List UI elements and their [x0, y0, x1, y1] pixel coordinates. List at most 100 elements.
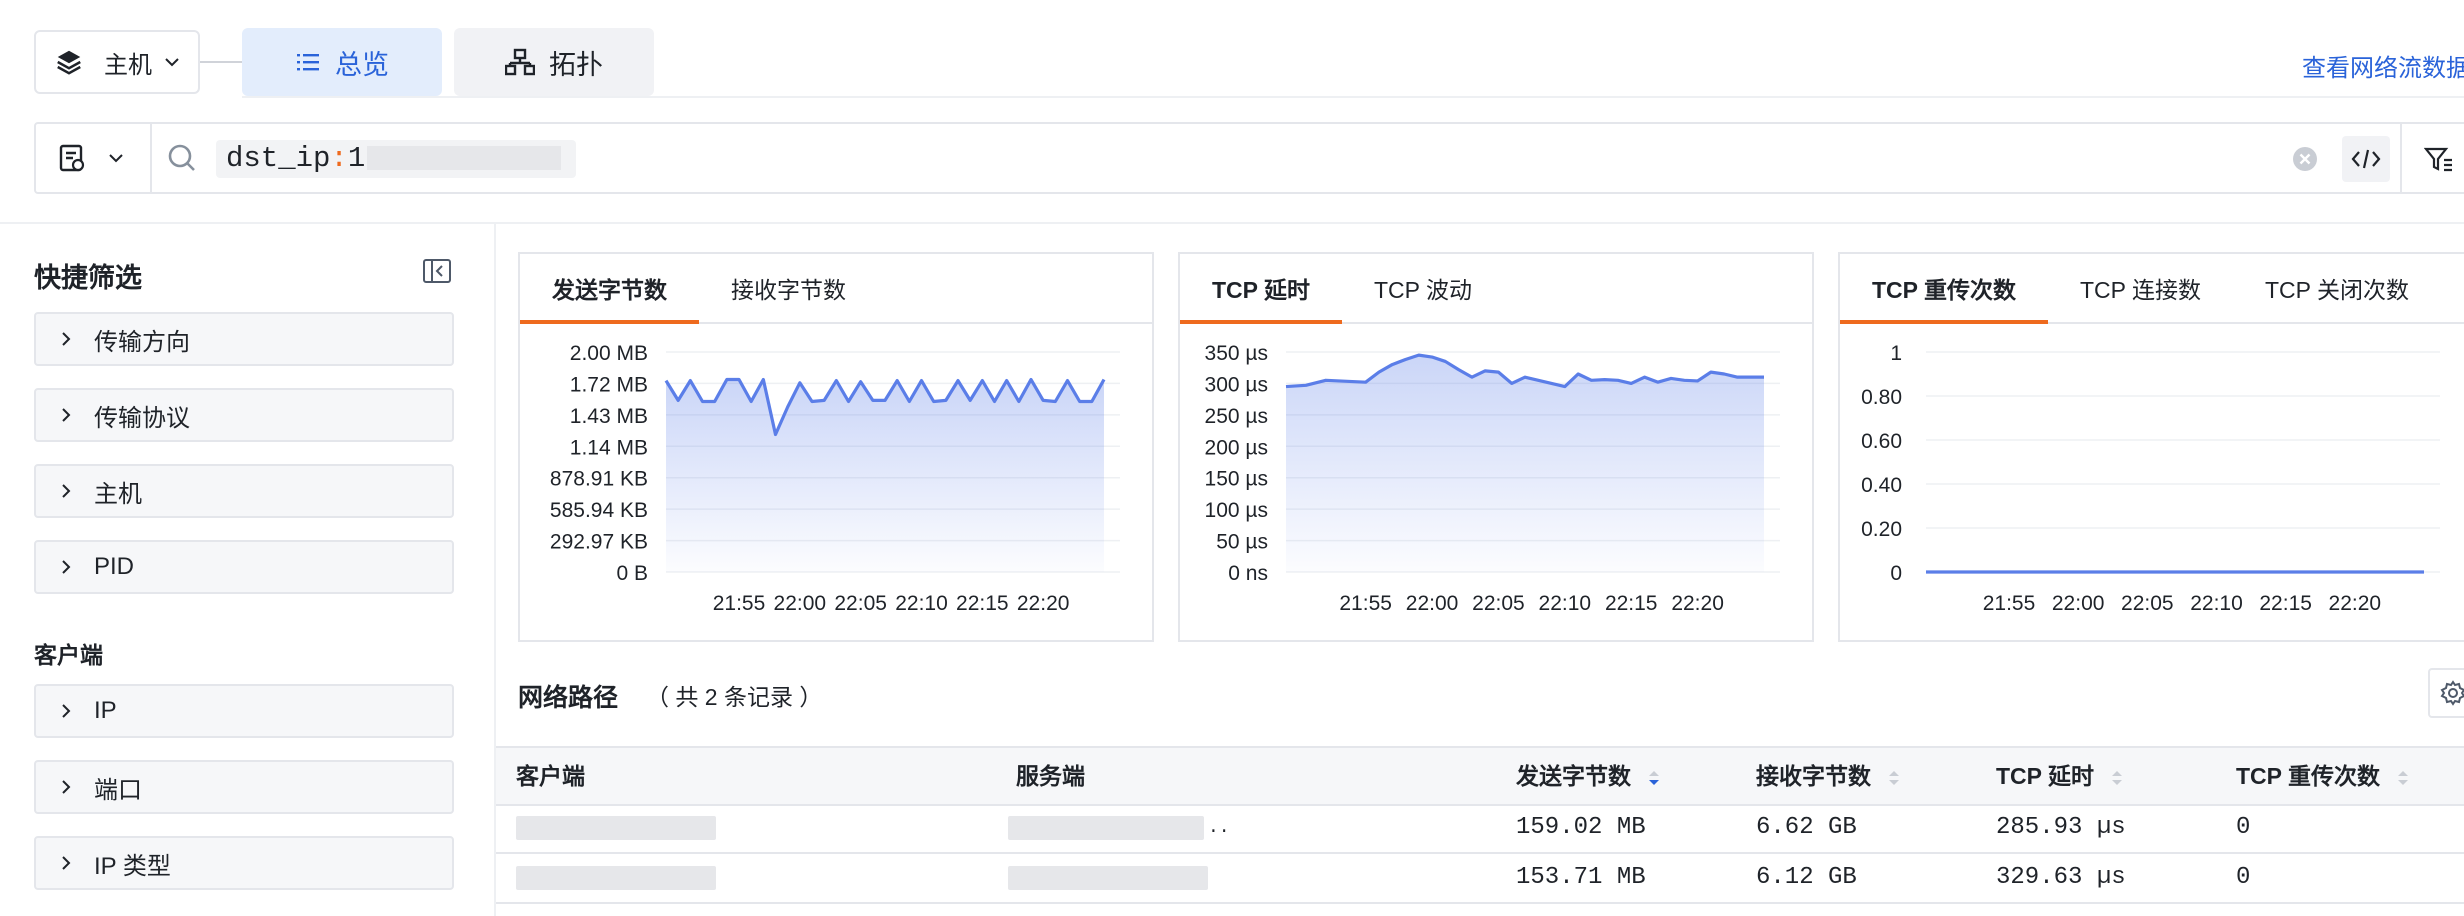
y-tick-label: 1.72 MB — [570, 373, 648, 396]
filter-client-port[interactable]: 端口 — [34, 760, 454, 814]
view-network-flow-link[interactable]: 查看网络流数据 — [2302, 48, 2464, 83]
chevron-right-icon — [62, 408, 71, 422]
tab-topology[interactable]: 拓扑 — [454, 28, 654, 96]
filter-direction-label: 传输方向 — [94, 328, 190, 356]
y-tick-label: 292.97 KB — [550, 531, 648, 554]
query-mode-select[interactable] — [36, 124, 152, 192]
filter-host-label: 主机 — [94, 480, 142, 508]
query-value: 1 — [347, 142, 366, 175]
x-tick-label: 21:55 — [713, 592, 766, 615]
tcp-retrans-chart: 1 0.80 0.60 0.40 0.20 0 21:55 22:00 22:05 22:10 22… — [1861, 342, 2440, 615]
col-sent-bytes-header[interactable]: 发送字节数 — [1516, 748, 1661, 804]
sort-icon — [1889, 770, 1900, 785]
x-tick-label: 22:15 — [2259, 592, 2312, 615]
x-tick-label: 22:00 — [2052, 592, 2105, 615]
y-tick-label: 250 µs — [1205, 405, 1268, 428]
record-count: （ 共 2 条记录 ） — [646, 684, 823, 710]
cell-sent: 153.71 MB — [1516, 864, 1646, 891]
x-tick-label: 22:00 — [1406, 592, 1459, 615]
gear-icon — [2440, 680, 2464, 706]
query-input[interactable]: dst_ip:1 — [216, 140, 576, 178]
tab-tcp-close[interactable]: TCP 关闭次数 — [2233, 254, 2441, 322]
list-icon — [297, 54, 319, 71]
x-tick-label: 22:15 — [1605, 592, 1658, 615]
y-tick-label: 200 µs — [1205, 436, 1268, 459]
tab-tcp-jitter[interactable]: TCP 波动 — [1342, 254, 1504, 322]
cell-retrans: 0 — [2236, 864, 2251, 891]
filter-protocol-label: 传输协议 — [94, 404, 190, 432]
y-tick-label: 300 µs — [1205, 373, 1268, 396]
x-tick-label: 22:05 — [834, 592, 887, 615]
y-tick-label: 2.00 MB — [570, 342, 648, 365]
cell-recv: 6.62 GB — [1756, 814, 1857, 841]
collapse-sidebar-icon[interactable] — [422, 256, 452, 286]
sort-desc-icon — [1649, 770, 1660, 785]
host-type-label: 主机 — [104, 51, 152, 79]
x-tick-label: 22:05 — [2121, 592, 2174, 615]
series-area — [1286, 355, 1764, 572]
network-path-table: 客户端 服务端 发送字节数 接收字节数 TCP 延时 TCP 重传次数 .. 1… — [496, 746, 2464, 904]
filter-client-ip-label: IP — [94, 697, 117, 724]
chart-card-retrans: TCP 重传次数 TCP 连接数 TCP 关闭次数 1 0.80 0.60 0.40 0… — [1838, 252, 2464, 642]
tab-tcp-latency[interactable]: TCP 延时 — [1180, 254, 1342, 324]
table-row[interactable]: .. 159.02 MB 6.62 GB 285.93 µs 0 — [496, 804, 2464, 854]
tab-overview[interactable]: 总览 — [242, 28, 442, 96]
tab-overview-label: 总览 — [335, 49, 389, 80]
filter-direction[interactable]: 传输方向 — [34, 312, 454, 366]
filter-pid[interactable]: PID — [34, 540, 454, 594]
filter-client-port-label: 端口 — [94, 776, 142, 804]
chevron-right-icon — [62, 484, 71, 498]
x-tick-label: 22:05 — [1472, 592, 1525, 615]
filter-client-ip[interactable]: IP — [34, 684, 454, 738]
clear-icon[interactable] — [2292, 146, 2318, 172]
x-tick-label: 22:20 — [1671, 592, 1724, 615]
y-tick-label: 1.14 MB — [570, 436, 648, 459]
x-tick-label: 21:55 — [1983, 592, 2036, 615]
sort-icon — [2112, 770, 2123, 785]
y-tick-label: 585.94 KB — [550, 499, 648, 522]
x-tick-label: 22:10 — [1539, 592, 1592, 615]
cell-latency: 285.93 µs — [1996, 814, 2126, 841]
chart-tabs: 发送字节数 接收字节数 — [520, 254, 1152, 324]
table-settings-button[interactable] — [2428, 668, 2464, 718]
filter-protocol[interactable]: 传输协议 — [34, 388, 454, 442]
chart-tabs: TCP 重传次数 TCP 连接数 TCP 关闭次数 — [1840, 254, 2464, 324]
col-latency-header[interactable]: TCP 延时 — [1996, 748, 2124, 804]
filter-client-ip-type[interactable]: IP 类型 — [34, 836, 454, 890]
code-mode-button[interactable] — [2342, 136, 2390, 182]
y-tick-label: 1.43 MB — [570, 405, 648, 428]
y-tick-label: 878.91 KB — [550, 468, 648, 491]
y-tick-label: 350 µs — [1205, 342, 1268, 365]
col-client: 客户端 — [516, 763, 585, 789]
table-row[interactable]: 153.71 MB 6.12 GB 329.63 µs 0 — [496, 854, 2464, 904]
tab-tcp-connections[interactable]: TCP 连接数 — [2048, 254, 2233, 322]
quick-filter-title: 快捷筛选 — [34, 263, 142, 293]
col-sent-bytes: 发送字节数 — [1516, 763, 1631, 789]
chart-card-bytes: 发送字节数 接收字节数 2.00 MB 1.72 MB 1.43 MB 1.14 MB… — [518, 252, 1154, 642]
redacted-server — [1008, 816, 1204, 840]
header-divider — [242, 96, 2464, 98]
tab-sent-bytes[interactable]: 发送字节数 — [520, 254, 699, 324]
filter-host[interactable]: 主机 — [34, 464, 454, 518]
client-group-title: 客户端 — [34, 642, 103, 668]
col-recv-bytes-header[interactable]: 接收字节数 — [1756, 748, 1901, 804]
tab-received-bytes[interactable]: 接收字节数 — [699, 254, 878, 322]
host-type-select[interactable]: 主机 — [34, 30, 200, 94]
y-tick-label: 0.20 — [1861, 518, 1902, 541]
tab-topology-label: 拓扑 — [549, 49, 603, 80]
redacted-value — [367, 146, 562, 171]
y-tick-label: 0.60 — [1861, 430, 1902, 453]
y-tick-label: 50 µs — [1216, 531, 1268, 554]
query-key: dst_ip — [226, 142, 331, 175]
y-tick-label: 0 ns — [1228, 562, 1268, 585]
col-server: 服务端 — [1016, 763, 1085, 789]
tab-tcp-retrans[interactable]: TCP 重传次数 — [1840, 254, 2048, 324]
redacted-client — [516, 866, 716, 890]
col-retrans-header[interactable]: TCP 重传次数 — [2236, 748, 2410, 804]
filter-icon[interactable] — [2424, 146, 2454, 174]
code-icon — [2351, 149, 2381, 169]
document-icon — [59, 144, 85, 172]
x-tick-label: 21:55 — [1339, 592, 1392, 615]
tcp-latency-chart: 350 µs 300 µs 250 µs 200 µs 150 µs 100 µs 50 µ… — [1205, 342, 1780, 615]
filter-client-ip-type-label: IP 类型 — [94, 852, 171, 880]
